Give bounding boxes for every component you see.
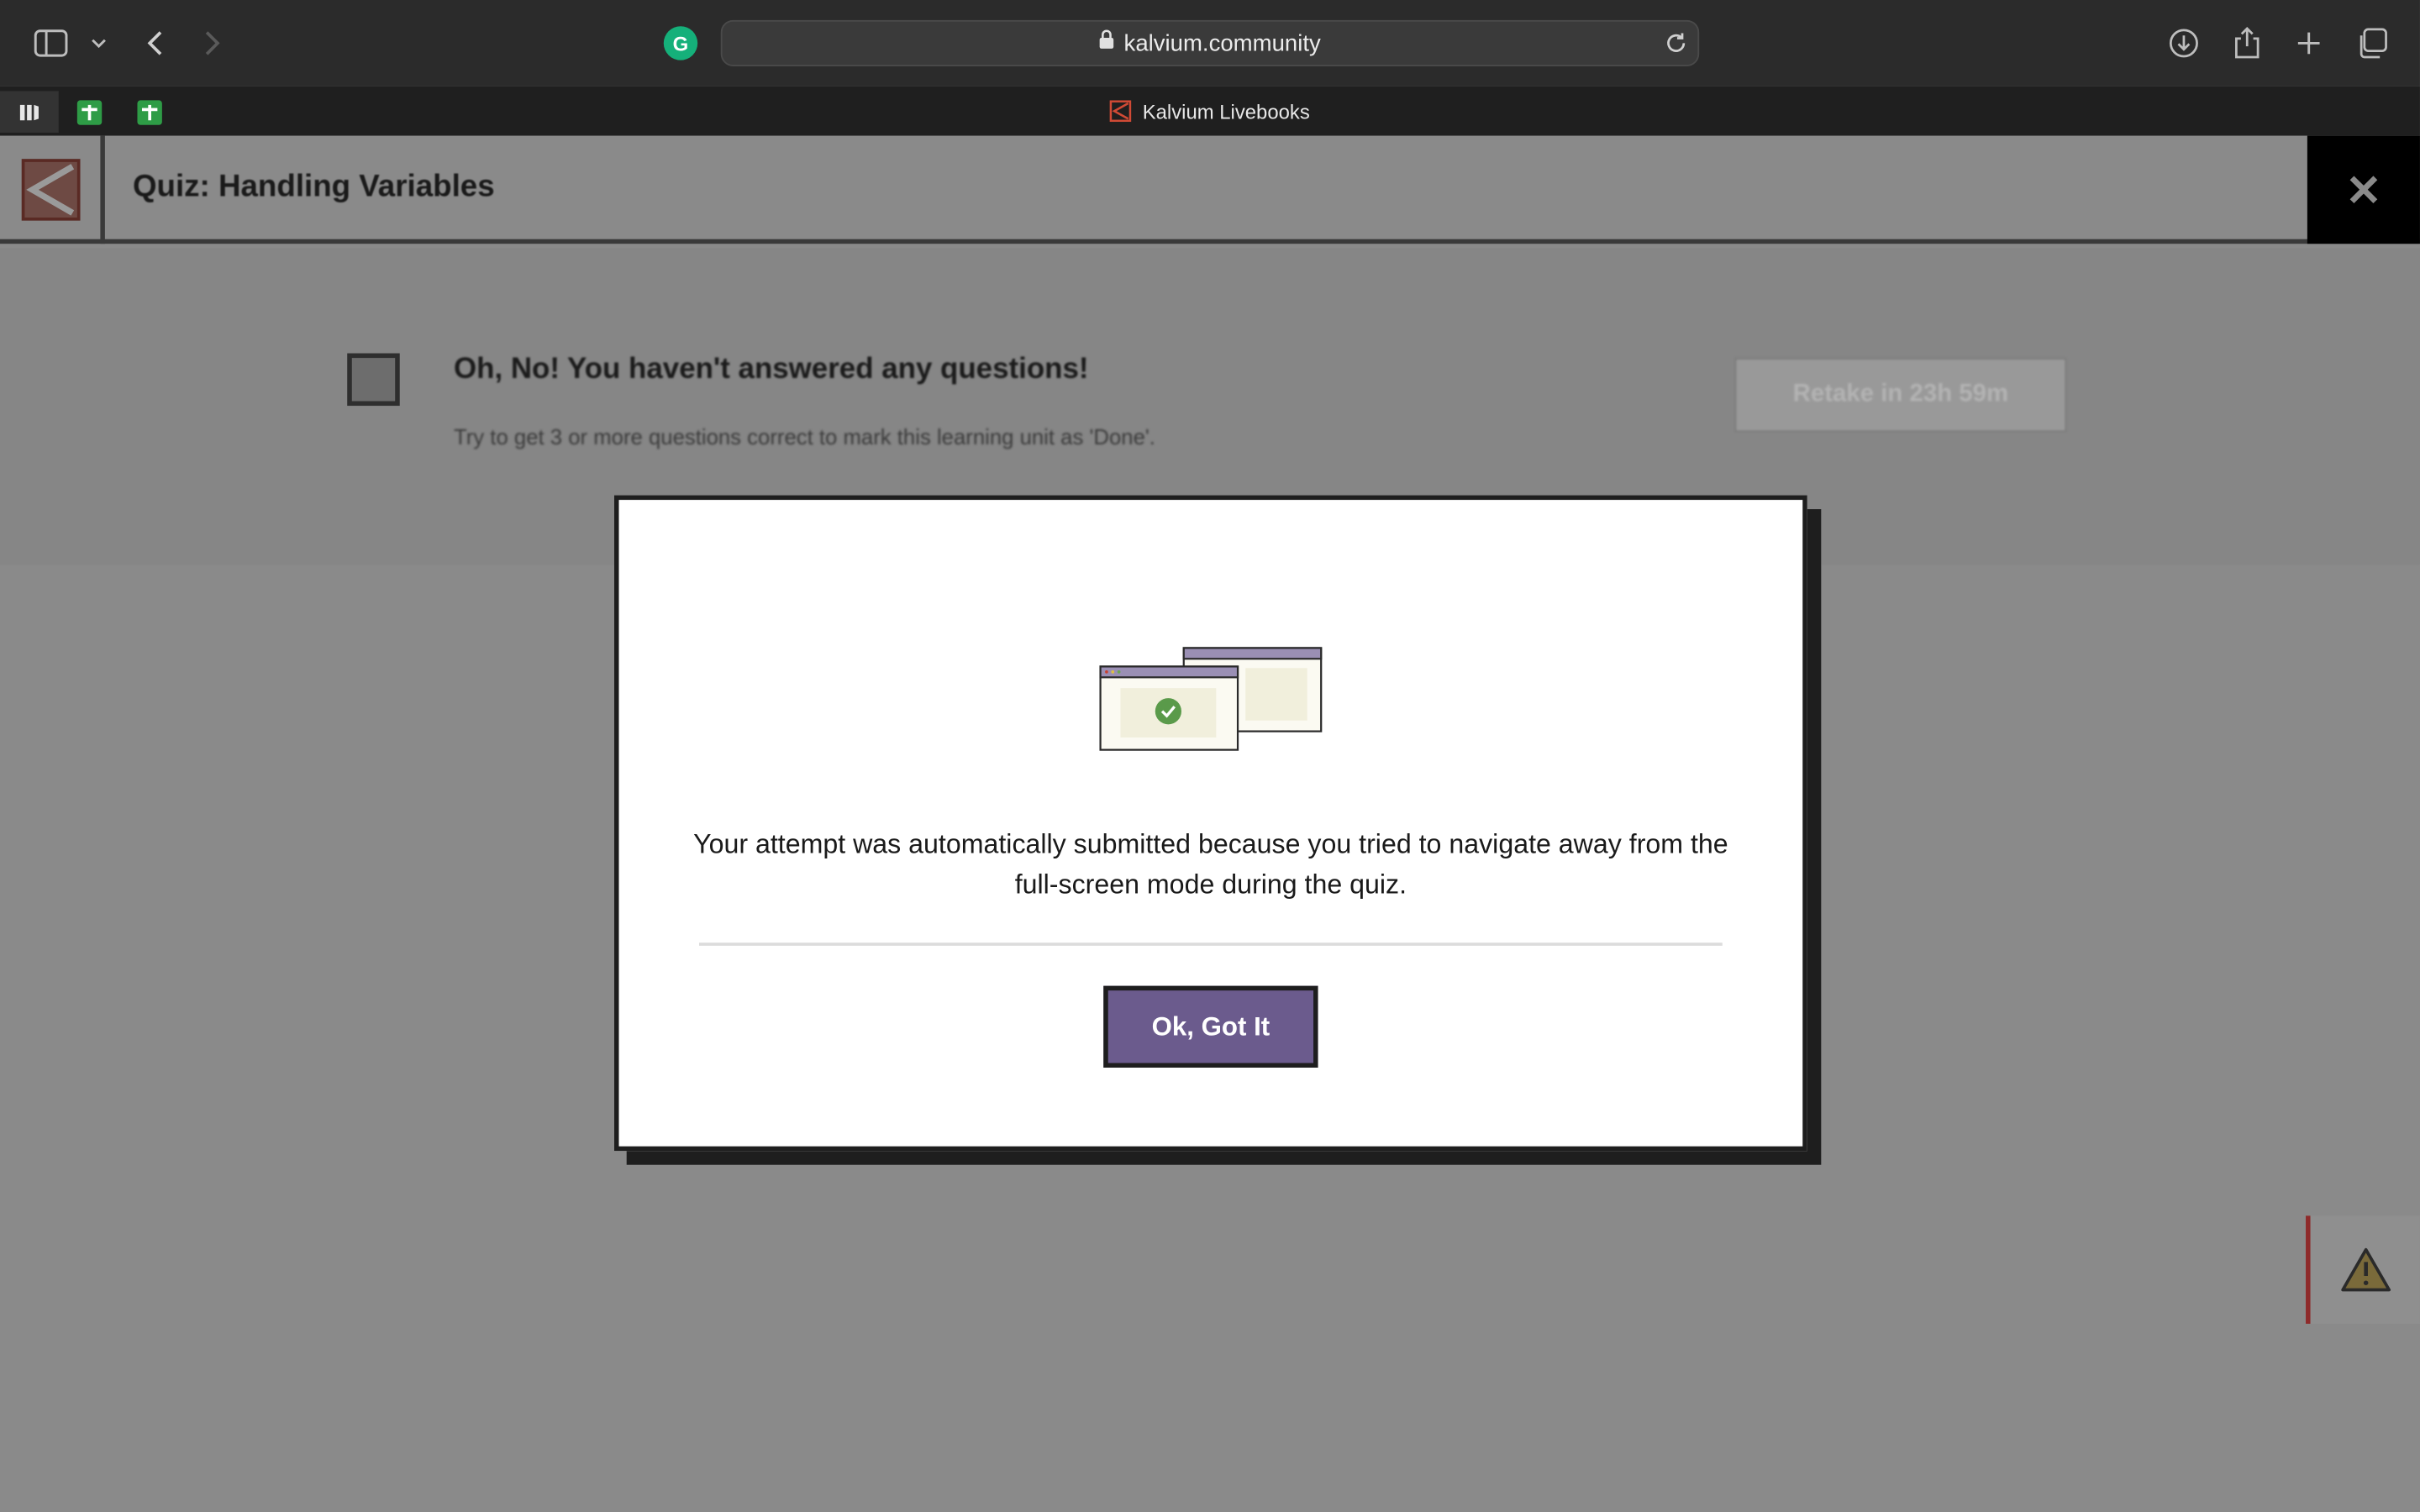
tab-bar: Kalvium Livebooks bbox=[0, 86, 2420, 136]
grammarly-extension-icon[interactable]: G bbox=[663, 26, 698, 60]
kalvium-logo[interactable] bbox=[0, 135, 105, 244]
tab-title: Kalvium Livebooks bbox=[1142, 99, 1310, 123]
close-button[interactable]: ✕ bbox=[2307, 135, 2420, 244]
sidebar-icon[interactable] bbox=[29, 22, 72, 65]
result-subtext: Try to get 3 or more questions correct t… bbox=[453, 424, 1155, 449]
result-headline: Oh, No! You haven't answered any questio… bbox=[453, 353, 1089, 386]
browser-windows-illustration bbox=[1099, 647, 1323, 751]
modal-divider bbox=[699, 942, 1723, 946]
report-issue-tab[interactable] bbox=[2306, 1215, 2420, 1324]
share-icon[interactable] bbox=[2226, 22, 2269, 65]
close-icon: ✕ bbox=[2345, 165, 2382, 214]
chevron-down-icon[interactable] bbox=[77, 22, 120, 65]
warning-icon bbox=[2340, 1247, 2391, 1292]
ok-got-it-button[interactable]: Ok, Got It bbox=[1103, 985, 1318, 1068]
lock-icon bbox=[1099, 29, 1114, 57]
status-square-icon bbox=[347, 353, 400, 407]
new-tab-icon[interactable] bbox=[2287, 22, 2330, 65]
page-title: Quiz: Handling Variables bbox=[132, 170, 495, 204]
kalvium-favicon-icon bbox=[1110, 100, 1132, 123]
retake-button[interactable]: Retake in 23h 59m bbox=[1734, 358, 2067, 433]
quiz-header: Quiz: Handling Variables ✕ bbox=[0, 135, 2420, 244]
address-bar[interactable]: kalvium.community bbox=[720, 19, 1700, 66]
check-icon bbox=[1155, 698, 1181, 725]
forward-icon[interactable] bbox=[192, 22, 234, 65]
tabs-overview-icon[interactable] bbox=[2350, 22, 2393, 65]
modal-message: Your attempt was automatically submitted… bbox=[693, 828, 1728, 900]
active-tab[interactable]: Kalvium Livebooks bbox=[0, 87, 2420, 136]
url-text: kalvium.community bbox=[1123, 29, 1321, 57]
auto-submit-modal: Your attempt was automatically submitted… bbox=[614, 495, 1807, 1152]
reload-icon[interactable] bbox=[1664, 31, 1688, 64]
back-icon[interactable] bbox=[133, 22, 176, 65]
browser-toolbar: G kalvium.community bbox=[0, 0, 2420, 87]
download-icon[interactable] bbox=[2162, 22, 2205, 65]
